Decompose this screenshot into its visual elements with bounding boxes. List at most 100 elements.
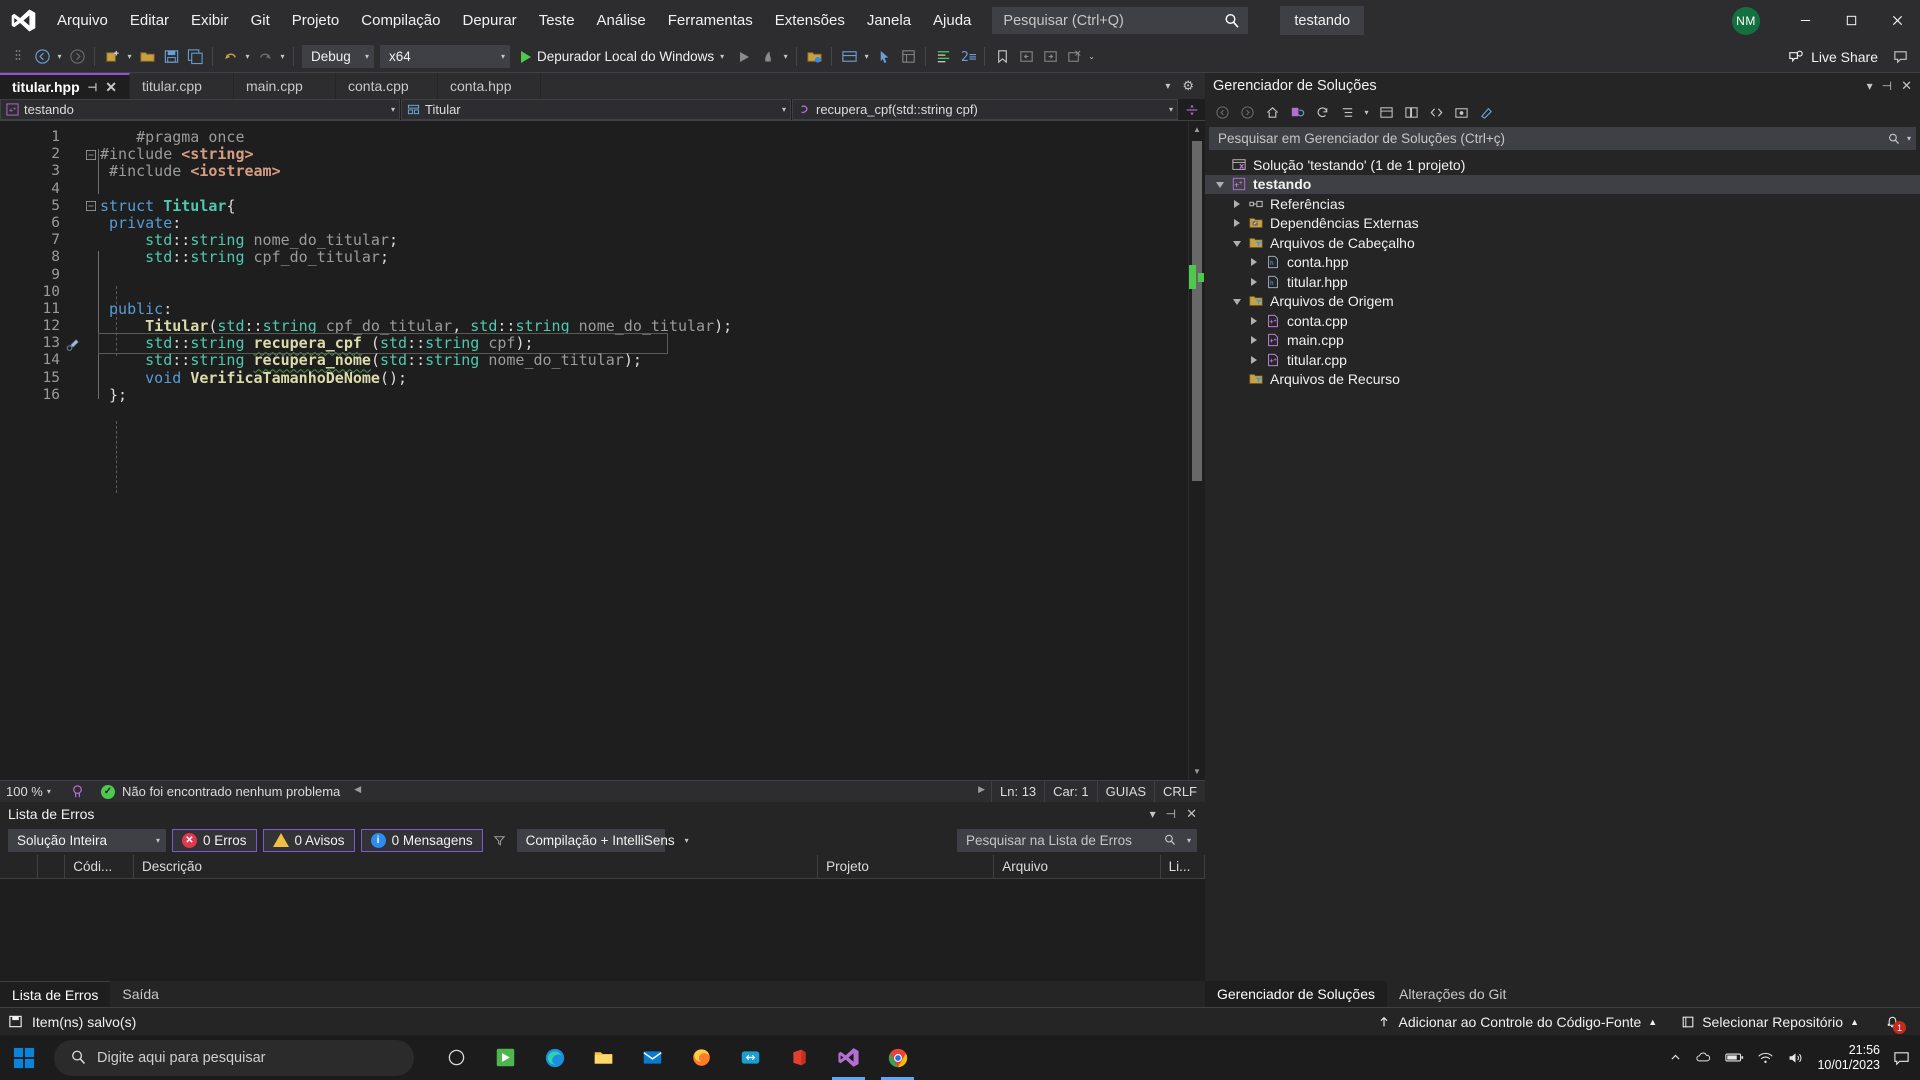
code-line[interactable]: 9: [0, 267, 1188, 284]
pin-icon[interactable]: ⊣: [1882, 79, 1892, 93]
open-file-icon[interactable]: [135, 45, 159, 69]
code-line[interactable]: 10: [0, 284, 1188, 301]
volume-icon[interactable]: [1787, 1051, 1804, 1065]
expand-chevron-icon[interactable]: [1245, 277, 1263, 286]
file-explorer-icon[interactable]: [581, 1035, 626, 1080]
bookmark-icon[interactable]: [990, 45, 1014, 69]
pending-changes-icon[interactable]: [1475, 101, 1497, 123]
close-icon[interactable]: [1874, 0, 1920, 41]
start-debugging-button[interactable]: Depurador Local do Windows ▾: [513, 45, 732, 69]
zoom-level-combo[interactable]: 100 % ▾: [0, 784, 62, 799]
battery-icon[interactable]: [1725, 1051, 1744, 1064]
error-list-search[interactable]: Pesquisar na Lista de Erros ▾: [957, 828, 1197, 852]
preview-selected-items-icon[interactable]: [1450, 101, 1472, 123]
chevron-down-icon[interactable]: ▾: [1867, 79, 1873, 93]
scrollbar-thumb[interactable]: [1192, 141, 1202, 481]
select-startup-item-icon[interactable]: [802, 45, 826, 69]
code-line[interactable]: 16 };: [0, 386, 1188, 404]
mail-icon[interactable]: [630, 1035, 675, 1080]
quick-actions-screwdriver-icon[interactable]: [66, 336, 82, 352]
tree-node-arquivos-de-recurso[interactable]: Arquivos de Recurso: [1205, 370, 1920, 390]
redo-icon[interactable]: [253, 45, 277, 69]
split-editor-icon[interactable]: [1179, 99, 1205, 120]
column-blank-2[interactable]: [38, 854, 66, 879]
tab-saida[interactable]: Saída: [110, 981, 171, 1007]
next-bookmark-icon[interactable]: [1038, 45, 1062, 69]
new-window-icon[interactable]: [837, 45, 861, 69]
messages-filter-button[interactable]: i 0 Mensagens: [360, 828, 483, 852]
pointer-select-icon[interactable]: [872, 45, 896, 69]
new-project-icon[interactable]: [100, 45, 124, 69]
column-code[interactable]: Códi...: [65, 854, 135, 879]
tab-titular-hpp[interactable]: titular.hpp ⊣ ✕: [0, 73, 130, 99]
redo-dropdown-icon[interactable]: ▾: [277, 52, 288, 61]
code-view-icon[interactable]: [1425, 101, 1447, 123]
warnings-filter-button[interactable]: 0 Avisos: [262, 828, 355, 852]
tab-lista-de-erros[interactable]: Lista de Erros: [0, 981, 111, 1007]
menu-depurar[interactable]: Depurar: [451, 0, 527, 41]
toolbar-overflow-icon[interactable]: ⌄: [1086, 52, 1097, 61]
cortana-icon[interactable]: [434, 1035, 479, 1080]
problems-status[interactable]: ✓ Não foi encontrado nenhum problema: [93, 784, 348, 799]
menu-ajuda[interactable]: Ajuda: [922, 0, 982, 41]
tree-node-conta-cpp[interactable]: + + conta.cpp: [1205, 311, 1920, 331]
guides-indicator[interactable]: GUIAS: [1096, 780, 1154, 803]
navigate-forward-icon[interactable]: [65, 45, 89, 69]
navbar-type-dropdown[interactable]: Titular ▾: [401, 99, 791, 120]
maximize-icon[interactable]: [1828, 0, 1874, 41]
menu-ferramentas[interactable]: Ferramentas: [657, 0, 764, 41]
home-icon[interactable]: [1261, 101, 1283, 123]
navbar-project-dropdown[interactable]: + + testando ▾: [0, 99, 400, 120]
tree-node-arquivos-de-origem[interactable]: Arquivos de Origem: [1205, 292, 1920, 312]
code-line[interactable]: 4: [0, 181, 1188, 198]
previous-bookmark-icon[interactable]: [1014, 45, 1038, 69]
start-without-debugging-icon[interactable]: [732, 45, 756, 69]
code-line[interactable]: 13 std::string recupera_cpf (std::string…: [0, 333, 1188, 355]
code-line[interactable]: 14 std::string recupera_nome(std::string…: [0, 352, 1188, 369]
menu-extensoes[interactable]: Extensões: [764, 0, 856, 41]
chevron-down-icon[interactable]: ▾: [1187, 836, 1191, 845]
navbar-member-dropdown[interactable]: recupera_cpf(std::string cpf) ▾: [792, 99, 1178, 120]
error-scope-combo[interactable]: Solução Inteira ▾: [8, 828, 166, 852]
firefox-icon[interactable]: [679, 1035, 724, 1080]
format-document-icon[interactable]: [931, 45, 955, 69]
tree-node-solu-o-testando-1-de-1-projeto[interactable]: Solução 'testando' (1 de 1 projeto): [1205, 155, 1920, 175]
build-intellisense-combo[interactable]: Compilação + IntelliSens ▾: [516, 828, 689, 852]
back-icon[interactable]: [1211, 101, 1233, 123]
expand-chevron-icon[interactable]: [1245, 355, 1263, 364]
close-icon[interactable]: ✕: [1186, 806, 1197, 822]
menu-janela[interactable]: Janela: [856, 0, 922, 41]
code-line[interactable]: 6 private:: [0, 214, 1188, 232]
microsoft-store-icon[interactable]: [483, 1035, 528, 1080]
pin-icon[interactable]: ⊣: [1166, 807, 1176, 821]
hot-reload-dropdown-icon[interactable]: ▾: [780, 52, 791, 61]
menu-editar[interactable]: Editar: [119, 0, 180, 41]
solution-tree[interactable]: Solução 'testando' (1 de 1 projeto) + + tes…: [1205, 153, 1920, 981]
close-tab-icon[interactable]: ✕: [105, 80, 117, 94]
scroll-left-icon[interactable]: ◀: [354, 784, 361, 795]
taskbar-search-box[interactable]: Digite aqui para pesquisar: [54, 1039, 414, 1076]
editor-vertical-scrollbar[interactable]: ▲ ▼: [1188, 121, 1205, 780]
menu-analise[interactable]: Análise: [586, 0, 657, 41]
link-app-icon[interactable]: [728, 1035, 773, 1080]
code-line[interactable]: 7 std::string nome_do_titular;: [0, 232, 1188, 249]
collapse-all-icon[interactable]: [1336, 101, 1358, 123]
pin-icon[interactable]: ⊣: [88, 81, 98, 94]
show-all-files-icon[interactable]: [1375, 101, 1397, 123]
wifi-icon[interactable]: [1757, 1051, 1774, 1065]
feedback-icon[interactable]: [1888, 45, 1912, 69]
onedrive-icon[interactable]: [1695, 1050, 1712, 1065]
code-line[interactable]: 11 public:: [0, 300, 1188, 318]
tab-conta-cpp[interactable]: conta.cpp: [336, 73, 438, 99]
scroll-right-icon[interactable]: ▶: [978, 784, 985, 795]
navigate-back-icon[interactable]: [30, 45, 54, 69]
sync-with-active-document-icon[interactable]: [1286, 101, 1308, 123]
expand-chevron-icon[interactable]: [1228, 199, 1246, 208]
column-line[interactable]: Li...: [1161, 854, 1206, 879]
clear-bookmarks-icon[interactable]: [1062, 45, 1086, 69]
code-editor[interactable]: 1 #pragma once 2 #include <string> 3 #inclu…: [0, 121, 1188, 780]
comment-selection-icon[interactable]: 2≡: [955, 45, 979, 69]
add-to-source-control-button[interactable]: Adicionar ao Controle do Código-Fonte ▲: [1365, 1008, 1669, 1036]
tree-node-refer-ncias[interactable]: Referências: [1205, 194, 1920, 214]
show-hidden-icons-chevron[interactable]: [1669, 1051, 1682, 1064]
